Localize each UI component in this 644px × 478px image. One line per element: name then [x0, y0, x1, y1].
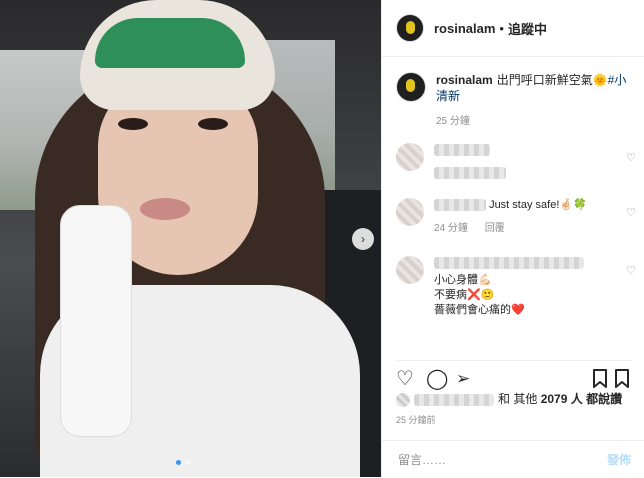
post-header: rosinalam • 追蹤中: [382, 0, 644, 57]
caption-text: 出門呼口新鮮空氣🌞: [496, 73, 608, 87]
post-sidebar: rosinalam • 追蹤中 rosinalam 出門呼口新鮮空氣🌞#小清新 2…: [381, 0, 644, 477]
caption-text-block: rosinalam 出門呼口新鮮空氣🌞#小清新: [436, 72, 632, 104]
reply-button[interactable]: 回覆: [485, 223, 505, 234]
chevron-right-icon[interactable]: ›: [352, 228, 374, 250]
likes-suffix: 人 都說讚: [570, 392, 623, 406]
carousel-dot: [185, 460, 190, 465]
carousel-dot-active: [176, 460, 181, 465]
comment-line: 小心身體💪🏻: [434, 274, 492, 286]
caption-username[interactable]: rosinalam: [436, 73, 493, 87]
caption: rosinalam 出門呼口新鮮空氣🌞#小清新 25 分鐘: [396, 72, 632, 130]
likes-summary[interactable]: 和 其他 2079 人 都說讚: [396, 390, 622, 407]
post-photo[interactable]: ›: [0, 0, 381, 477]
comment-line: 不要病❌🙂: [434, 289, 495, 301]
comment-2: Just stay safe!🤞🏻🍀 24 分鐘 回覆 ♡: [396, 198, 636, 236]
blurred-text: [434, 167, 506, 180]
eye-left: [118, 118, 148, 130]
cap-band: [95, 18, 245, 68]
post-button[interactable]: 發佈: [607, 451, 631, 468]
share-icon[interactable]: ➢: [456, 369, 470, 389]
header-separator: •: [499, 20, 504, 36]
comment-body: 小心身體💪🏻 不要病❌🙂 薔薇們會心痛的❤️: [434, 256, 636, 318]
following-button[interactable]: 追蹤中: [508, 19, 547, 38]
add-comment-bar: 發佈: [382, 440, 644, 478]
avatar[interactable]: [396, 14, 424, 42]
carousel-dots: [176, 460, 190, 465]
caption-avatar[interactable]: [396, 72, 426, 102]
comment-1: ♡: [396, 143, 636, 181]
likes-middle: 和 其他: [498, 392, 538, 406]
caption-time[interactable]: 25 分鐘: [436, 114, 632, 130]
action-bar: ♡ ◯ ➢: [396, 360, 632, 393]
likes-count: 2079: [540, 392, 568, 406]
comment-text: Just stay safe!🤞🏻🍀: [489, 199, 587, 211]
heart-icon[interactable]: ♡: [626, 206, 636, 221]
comment-input[interactable]: [396, 451, 607, 468]
blurred-username: [434, 257, 584, 270]
heart-icon[interactable]: ♡: [626, 264, 636, 279]
heart-icon[interactable]: ♡: [396, 369, 414, 389]
comment-line: 薔薇們會心痛的❤️: [434, 304, 525, 316]
post-time[interactable]: 25 分鐘前: [396, 413, 436, 426]
blurred-liker: [414, 393, 494, 406]
comment-avatar[interactable]: [396, 256, 424, 284]
comment-avatar[interactable]: [396, 198, 424, 226]
comment-body: [434, 143, 636, 181]
blurred-username: [434, 144, 490, 157]
heart-icon[interactable]: ♡: [626, 151, 636, 166]
comment-time[interactable]: 24 分鐘: [434, 223, 468, 234]
comment-avatar[interactable]: [396, 143, 424, 171]
lips: [140, 198, 190, 220]
comment-meta: 24 分鐘 回覆: [434, 221, 636, 236]
comment-body: Just stay safe!🤞🏻🍀 24 分鐘 回覆: [434, 198, 636, 236]
instagram-post: › rosinalam • 追蹤中 rosinalam 出門呼口新鮮空氣🌞#小清新…: [0, 0, 644, 477]
comment-3: 小心身體💪🏻 不要病❌🙂 薔薇們會心痛的❤️ ♡: [396, 256, 636, 318]
face-mask: [60, 205, 132, 437]
blurred-username: [434, 199, 486, 212]
liker-avatar: [396, 392, 410, 407]
comment-icon[interactable]: ◯: [426, 369, 448, 389]
header-username[interactable]: rosinalam: [434, 21, 495, 36]
eye-right: [198, 118, 228, 130]
